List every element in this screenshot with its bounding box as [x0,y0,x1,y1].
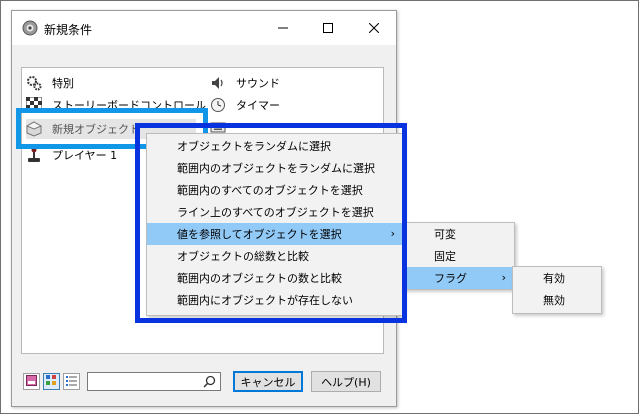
cancel-button[interactable]: キャンセル [233,371,303,392]
submenu-item-on[interactable]: 有効 [513,267,601,289]
search-icon[interactable] [201,374,218,389]
dialog-title: 新規条件 [44,23,93,37]
context-menu-annotation-outline [135,123,407,323]
object-item-sound[interactable]: サウンド [210,73,280,93]
speaker-icon [210,75,226,91]
close-button[interactable] [351,11,396,45]
gears-icon [26,75,42,91]
small-icons-icon [46,374,57,389]
maximize-button[interactable] [305,11,350,45]
joystick-icon [26,147,42,163]
submenu-item-off[interactable]: 無効 [513,289,601,311]
help-button[interactable]: ヘルプ(H) [311,371,381,392]
view-large-icons-button[interactable] [23,373,40,390]
object-item-special[interactable]: 特別 [26,73,74,93]
app-icon [22,20,38,36]
view-list-button[interactable] [63,373,80,390]
object-item-timer[interactable]: タイマー [210,95,280,115]
chevron-right-icon: › [501,271,506,284]
submenu-flag-state: 有効 無効 [512,266,602,314]
list-view-icon [66,375,77,389]
submenu-item-flag[interactable]: フラグ › [404,267,514,289]
clock-icon [210,97,226,113]
view-small-icons-button[interactable] [43,373,60,390]
minimize-button[interactable] [260,11,305,45]
title-bar: 新規条件 [12,11,396,45]
submenu-value-type: 可変 固定 フラグ › [403,222,515,290]
submenu-item-variable[interactable]: 可変 [404,223,514,245]
large-icons-icon [26,374,37,389]
submenu-item-fixed[interactable]: 固定 [404,245,514,267]
